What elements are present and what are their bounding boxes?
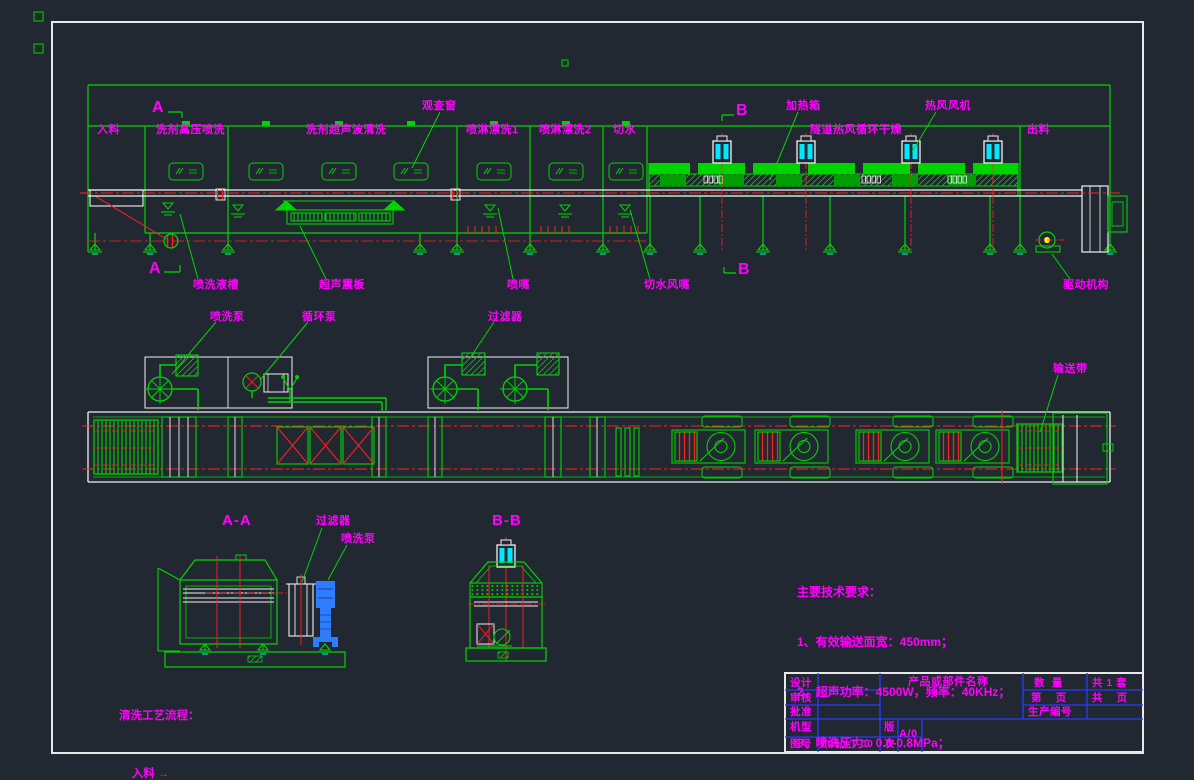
machine-line-art [0,0,1194,780]
tb-rev-value: A/0 [899,728,918,741]
ultrasonic-tank-plan [277,427,374,464]
callout-nozzle: 喷嘴 [507,279,530,292]
plan-view [82,353,1116,484]
tech-requirement-item: 1、有效输送面宽：450mm； [797,634,1010,651]
callout-aa-spray-pump: 喷洗泵 [341,533,376,546]
nozzle-ticks [468,226,638,233]
aa-pump-icon [313,581,338,647]
section-bb-view [466,537,546,662]
callout-spray-tank: 喷洗液槽 [193,279,239,292]
section-marker-a-top: A [152,99,165,117]
section-label-feed: 入料 [97,124,120,137]
section-aa-view [158,555,345,667]
process-flow-title: 清洗工艺流程： [119,707,241,723]
blower-units [672,410,1013,484]
process-flow-steps: 入料→ 洗剂高压喷洗→ 洗剂超声波清洗→ 喷淋漂洗1→ 喷淋漂洗2→ 切水→ 隧… [119,753,241,780]
callout-filter: 过滤器 [488,311,523,324]
section-aa-title: A-A [222,512,252,529]
section-bb-title: B-B [492,512,522,529]
feed-end [90,190,178,248]
section-label-discharge: 出料 [1027,124,1050,137]
hot-air-fan-icons [713,133,1002,250]
bb-blower-icon [477,624,512,646]
callout-air-knife: 切水风嘴 [644,279,690,292]
callout-hot-air-fan: 热风风机 [925,100,971,113]
tb-pages-label: 共 页 [1092,692,1128,704]
ultrasonic-plate [276,201,404,224]
flow-step: 入料 [132,768,155,780]
drying-tunnel [649,163,1018,186]
tb-page-label: 第 页 [1031,692,1067,704]
tb-model-label: 机型 [790,721,812,733]
section-label-rinse-2: 喷淋漂洗2 [539,124,592,137]
drive-mechanism-icon [1035,232,1065,252]
cad-drawing-canvas: 入料 洗剂高压喷洗 洗剂超声波清洗 喷淋漂洗1 喷淋漂洗2 切水 隧道热风循环干… [0,0,1194,780]
tb-review-label: 审核 [790,692,812,704]
callout-aa-filter: 过滤器 [316,515,351,528]
callout-drive: 驱动机构 [1063,279,1109,292]
pump-house-2 [428,353,568,410]
callout-ultrasonic-plate: 超声震板 [319,279,365,292]
flow-arrow: → [158,768,170,780]
tb-qty-value: 共 1 套 [1092,677,1127,689]
aa-filter-icon [286,574,316,645]
circulation-pump-icon [243,373,386,412]
tb-production-no: 生产编号 [1028,706,1072,718]
section-marker-b-top: B [736,102,749,120]
section-label-hp-spray: 洗剂高压喷洗 [156,124,225,137]
section-label-ultrasonic: 洗剂超声波清洗 [306,124,387,137]
callout-sight-window: 观查窗 [422,100,457,113]
section-label-rinse-1: 喷淋漂洗1 [466,124,519,137]
tb-approve-label: 批准 [790,706,812,718]
tech-requirements-title: 主要技术要求： [797,584,1010,601]
tb-rev-label-bottom: 次 [884,738,895,750]
callout-conveyor-belt: 输送带 [1053,363,1088,376]
process-flow: 清洗工艺流程： 入料→ 洗剂高压喷洗→ 洗剂超声波清洗→ 喷淋漂洗1→ 喷淋漂洗… [119,683,241,780]
callout-heater-box: 加热箱 [786,100,821,113]
tb-qty-label: 数 量 [1034,677,1063,689]
input-roller-grid [94,420,158,474]
tb-design-label: 设计 [790,677,812,689]
callout-spray-pump: 喷洗泵 [210,311,245,324]
section-marker-b-bottom: B [738,261,751,279]
section-marker-a-bottom: A [149,260,162,278]
tb-drawing-no-label: 图号 [790,738,812,750]
output-roller-grid [1017,413,1113,484]
callout-circulation-pump: 循环泵 [302,311,337,324]
section-label-water-cut: 切水 [613,124,636,137]
tb-product-name: 产品或部件名称 [908,676,989,689]
section-label-tunnel-dry: 隧道热风循环干燥 [810,124,902,137]
tb-rev-label-top: 版 [884,721,895,733]
tb-drawing-no: 6090-T-00 [821,738,873,750]
